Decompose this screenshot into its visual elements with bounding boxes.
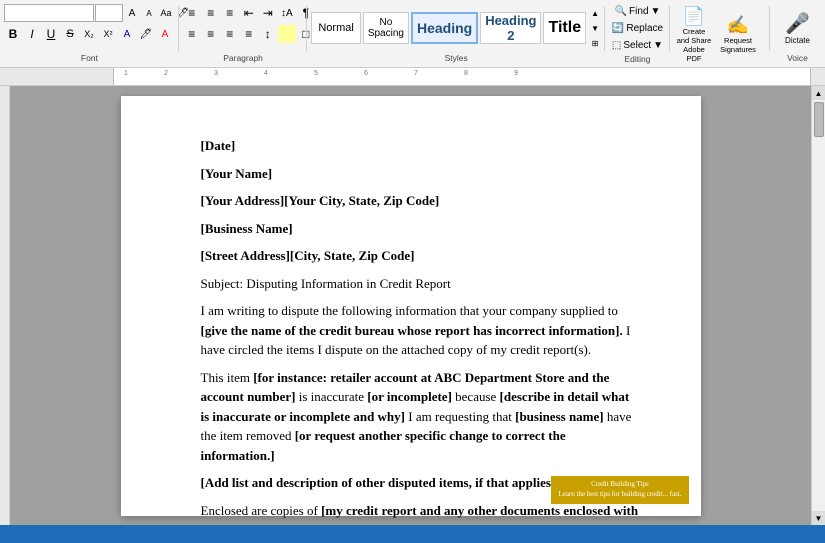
- document-page: [Date] [Your Name] [Your Address][Your C…: [121, 96, 701, 516]
- bold-btn[interactable]: B: [4, 25, 22, 43]
- scroll-down-btn[interactable]: ▼: [812, 511, 825, 525]
- vertical-scrollbar[interactable]: ▲ ▼: [811, 86, 825, 525]
- subject-line: Subject: Disputing Information in Credit…: [201, 274, 641, 294]
- underline-btn[interactable]: U: [42, 25, 60, 43]
- decrease-indent-btn[interactable]: ⇤: [240, 4, 258, 22]
- subscript-btn[interactable]: X₂: [80, 25, 98, 43]
- superscript-btn[interactable]: X²: [99, 25, 117, 43]
- name-line: [Your Name]: [201, 164, 641, 184]
- document-area[interactable]: [Date] [Your Name] [Your Address][Your C…: [10, 86, 811, 525]
- find-btn[interactable]: 🔍 Find ▼: [613, 4, 663, 19]
- font-size-increase[interactable]: A: [141, 4, 157, 22]
- line-spacing-btn[interactable]: ↕: [259, 25, 277, 43]
- align-center-btn[interactable]: ≡: [202, 25, 220, 43]
- address-line: [Your Address][Your City, State, Zip Cod…: [201, 191, 641, 211]
- increase-indent-btn[interactable]: ⇥: [259, 4, 277, 22]
- paragraph-group: ≡ ≡ ≡ ⇤ ⇥ ↕A ¶ ≡ ≡ ≡ ≡ ↕ □ Paragraph: [179, 2, 308, 65]
- styles-scroll-up[interactable]: ▲: [588, 6, 602, 20]
- italic-btn[interactable]: I: [23, 25, 41, 43]
- highlight-btn[interactable]: 🖊: [137, 25, 155, 43]
- scroll-thumb[interactable]: [814, 102, 824, 137]
- text-effects-btn[interactable]: A: [118, 25, 136, 43]
- style-heading2-btn[interactable]: Heading 2: [480, 12, 541, 44]
- font-size-decrease[interactable]: A: [124, 4, 140, 22]
- styles-group-label: Styles: [311, 52, 601, 63]
- request-signatures-btn[interactable]: ✍ Request Signatures: [718, 13, 758, 56]
- voice-group: 🎤 Dictate Voice: [770, 2, 825, 65]
- shading-btn[interactable]: [278, 25, 296, 43]
- multilevel-btn[interactable]: ≡: [221, 4, 239, 22]
- styles-scroll-down[interactable]: ▼: [588, 21, 602, 35]
- style-no-spacing-btn[interactable]: No Spacing: [363, 12, 409, 44]
- street-address-line: [Street Address][City, State, Zip Code]: [201, 246, 641, 266]
- status-bar: [0, 525, 825, 543]
- acrobat-group: 📄 Create and Share Adobe PDF ✍ Request S…: [670, 2, 770, 65]
- scroll-up-btn[interactable]: ▲: [812, 86, 825, 100]
- create-pdf-btn[interactable]: 📄 Create and Share Adobe PDF: [674, 4, 714, 65]
- font-name-input[interactable]: Calibri: [4, 4, 94, 22]
- replace-btn[interactable]: 🔄 Replace: [610, 21, 665, 36]
- date-line: [Date]: [201, 136, 641, 156]
- paragraph-group-label: Paragraph: [183, 52, 304, 63]
- numbering-btn[interactable]: ≡: [202, 4, 220, 22]
- dictate-btn[interactable]: 🎤 Dictate: [783, 9, 812, 47]
- align-right-btn[interactable]: ≡: [221, 25, 239, 43]
- font-color-btn[interactable]: A: [156, 25, 174, 43]
- style-title-btn[interactable]: Title: [543, 12, 586, 44]
- styles-group: Normal No Spacing Heading Heading 2 Titl…: [307, 2, 605, 65]
- sort-btn[interactable]: ↕A: [278, 4, 296, 22]
- paragraph-4: Enclosed are copies of [my credit report…: [201, 501, 641, 526]
- paragraph-2: This item [for instance: retailer accoun…: [201, 368, 641, 466]
- voice-group-label: Voice: [774, 52, 821, 63]
- left-nav-strip: [0, 86, 10, 525]
- paragraph-1: I am writing to dispute the following in…: [201, 301, 641, 360]
- credit-building-watermark: Credit Building Tips Learn the best tips…: [551, 476, 688, 504]
- justify-btn[interactable]: ≡: [240, 25, 258, 43]
- editing-group-label: Editing: [609, 53, 666, 64]
- styles-expand[interactable]: ⊞: [588, 36, 602, 50]
- ribbon: Calibri 11 A A Aa 🖊 B I U S X₂ X² A 🖊 A …: [0, 0, 825, 68]
- font-group-label: Font: [4, 52, 175, 63]
- strikethrough-btn[interactable]: S: [61, 25, 79, 43]
- bullets-btn[interactable]: ≡: [183, 4, 201, 22]
- content-area: [Date] [Your Name] [Your Address][Your C…: [0, 86, 825, 525]
- ruler: 1 2 3 4 5 6 7 8 9: [0, 68, 825, 86]
- change-case-btn[interactable]: Aa: [158, 4, 174, 22]
- style-heading1-btn[interactable]: Heading: [411, 12, 478, 44]
- select-btn[interactable]: ⬚ Select ▼: [610, 38, 665, 53]
- editing-group: 🔍 Find ▼ 🔄 Replace ⬚ Select ▼ Editing: [605, 2, 670, 65]
- font-size-input[interactable]: 11: [95, 4, 123, 22]
- business-name-line: [Business Name]: [201, 219, 641, 239]
- font-group: Calibri 11 A A Aa 🖊 B I U S X₂ X² A 🖊 A …: [0, 2, 179, 65]
- style-normal-btn[interactable]: Normal: [311, 12, 360, 44]
- align-left-btn[interactable]: ≡: [183, 25, 201, 43]
